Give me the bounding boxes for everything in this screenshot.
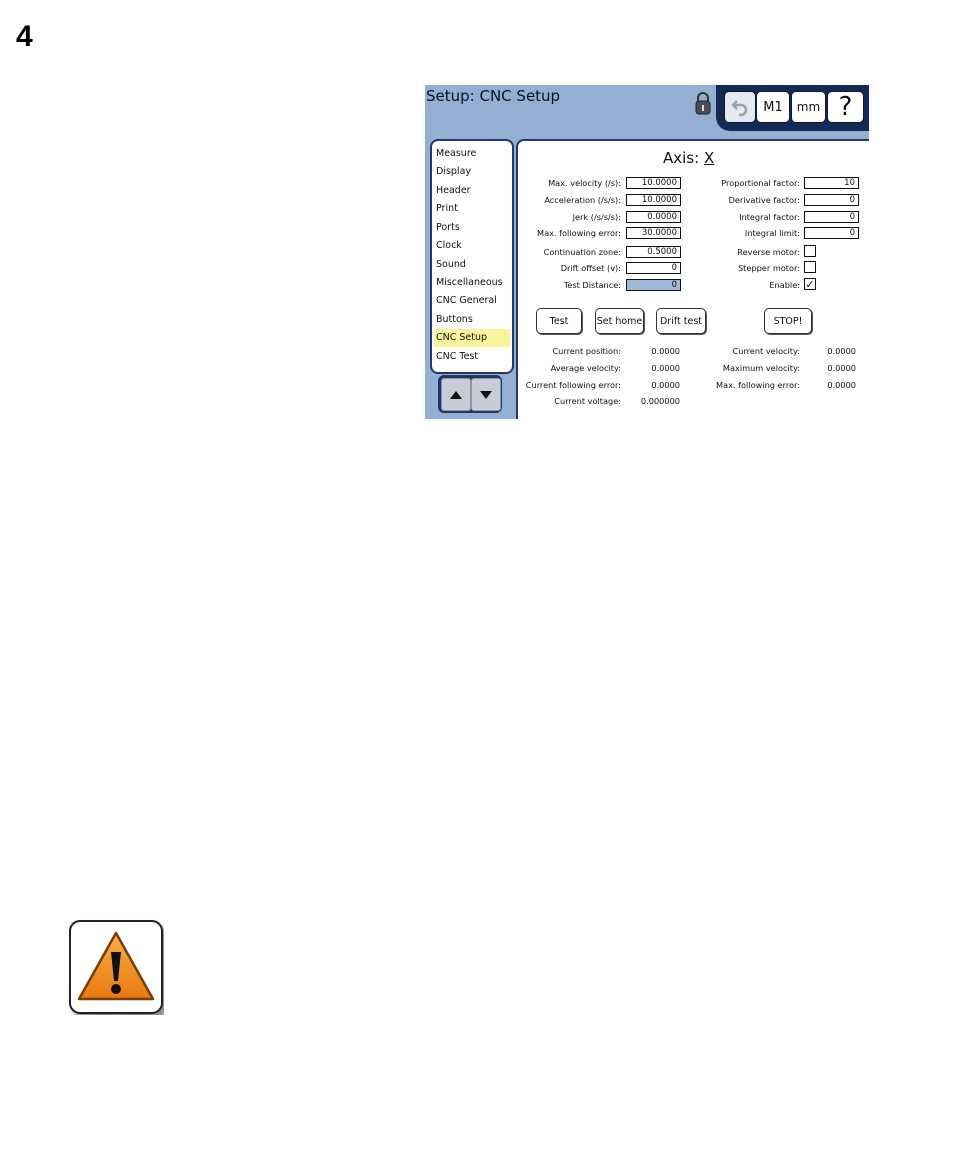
undo-icon — [731, 100, 748, 117]
current-following-error-value: 0.0000 — [651, 380, 680, 390]
undo-button[interactable] — [724, 91, 756, 123]
stepper-motor-checkbox[interactable] — [804, 261, 816, 273]
drift-offset-label: Drift offset (v): — [560, 263, 621, 273]
enable-label: Enable: — [769, 280, 800, 290]
menu-scroll-controls — [438, 375, 502, 413]
menu-item-buttons[interactable]: Buttons — [434, 311, 510, 329]
maximum-velocity-value: 0.0000 — [827, 363, 856, 373]
cnc-setup-screen: Setup: CNC Setup M1 mm ? Measure Display… — [425, 85, 869, 419]
axis-label: Axis: — [663, 149, 700, 167]
scroll-down-button[interactable] — [471, 378, 501, 411]
reverse-motor-label: Reverse motor: — [737, 247, 800, 257]
max-following-error-label: Max. following error: — [537, 228, 621, 238]
current-velocity-label: Current velocity: — [732, 346, 800, 356]
jerk-label: Jerk (/s/s/s): — [572, 212, 621, 222]
continuation-zone-label: Continuation zone: — [543, 247, 621, 257]
axis-selector[interactable]: Axis: X — [663, 149, 714, 167]
integral-limit-label: Integral limit: — [744, 228, 800, 238]
warning-icon — [69, 920, 163, 1014]
average-velocity-label: Average velocity: — [550, 363, 621, 373]
help-button[interactable]: ? — [827, 91, 864, 123]
menu-item-cnc-general[interactable]: CNC General — [434, 292, 510, 310]
menu-item-cnc-setup[interactable]: CNC Setup — [434, 329, 510, 347]
axis-value[interactable]: X — [704, 149, 714, 167]
m1-button[interactable]: M1 — [756, 91, 790, 123]
scroll-up-button[interactable] — [441, 378, 471, 411]
acceleration-field[interactable]: 10.0000 — [626, 194, 681, 206]
continuation-zone-field[interactable]: 0.5000 — [626, 246, 681, 258]
page-number: 4 — [16, 20, 33, 53]
menu-item-sound[interactable]: Sound — [434, 256, 510, 274]
units-button[interactable]: mm — [791, 91, 826, 123]
stop-button[interactable]: STOP! — [764, 308, 812, 334]
max-following-error-readout-label: Max. following error: — [716, 380, 800, 390]
jerk-field[interactable]: 0.0000 — [626, 211, 681, 223]
menu-item-print[interactable]: Print — [434, 200, 510, 218]
derivative-factor-label: Derivative factor: — [728, 195, 800, 205]
menu-item-display[interactable]: Display — [434, 163, 510, 181]
derivative-factor-field[interactable]: 0 — [804, 194, 859, 206]
enable-checkbox[interactable]: ✓ — [804, 278, 816, 290]
screen-title: Setup: CNC Setup — [426, 87, 561, 105]
max-velocity-label: Max. velocity (/s): — [548, 178, 621, 188]
integral-factor-label: Integral factor: — [739, 212, 800, 222]
max-velocity-field[interactable]: 10.0000 — [626, 177, 681, 189]
current-position-label: Current position: — [552, 346, 621, 356]
proportional-factor-label: Proportional factor: — [721, 178, 800, 188]
menu-item-measure[interactable]: Measure — [434, 145, 510, 163]
test-distance-field[interactable]: 0 — [626, 279, 681, 291]
arrow-down-icon — [480, 390, 492, 399]
current-following-error-label: Current following error: — [525, 380, 621, 390]
integral-limit-field[interactable]: 0 — [804, 227, 859, 239]
proportional-factor-field[interactable]: 10 — [804, 177, 859, 189]
toolbar: M1 mm ? — [716, 85, 869, 131]
menu-item-clock[interactable]: Clock — [434, 237, 510, 255]
menu-item-cnc-test[interactable]: CNC Test — [434, 348, 510, 366]
current-position-value: 0.0000 — [651, 346, 680, 356]
max-following-error-field[interactable]: 30.0000 — [626, 227, 681, 239]
cnc-setup-panel: Axis: X Max. velocity (/s): 10.0000 Acce… — [516, 139, 869, 419]
menu-item-ports[interactable]: Ports — [434, 219, 510, 237]
menu-item-miscellaneous[interactable]: Miscellaneous — [434, 274, 510, 292]
setup-menu: Measure Display Header Print Ports Clock… — [430, 139, 514, 374]
current-velocity-value: 0.0000 — [827, 346, 856, 356]
max-following-error-readout-value: 0.0000 — [827, 380, 856, 390]
arrow-up-icon — [450, 390, 462, 399]
acceleration-label: Acceleration (/s/s): — [544, 195, 621, 205]
current-voltage-label: Current voltage: — [554, 396, 621, 406]
average-velocity-value: 0.0000 — [651, 363, 680, 373]
stepper-motor-label: Stepper motor: — [737, 263, 800, 273]
drift-test-button[interactable]: Drift test — [656, 308, 706, 334]
checkmark-icon: ✓ — [805, 278, 815, 291]
integral-factor-field[interactable]: 0 — [804, 211, 859, 223]
menu-item-header[interactable]: Header — [434, 182, 510, 200]
test-button[interactable]: Test — [536, 308, 582, 334]
current-voltage-value: 0.000000 — [640, 396, 680, 406]
maximum-velocity-label: Maximum velocity: — [722, 363, 800, 373]
lock-icon[interactable] — [694, 91, 712, 115]
set-home-button[interactable]: Set home — [595, 308, 644, 334]
drift-offset-field[interactable]: 0 — [626, 262, 681, 274]
test-distance-label: Test Distance: — [563, 280, 621, 290]
reverse-motor-checkbox[interactable] — [804, 245, 816, 257]
